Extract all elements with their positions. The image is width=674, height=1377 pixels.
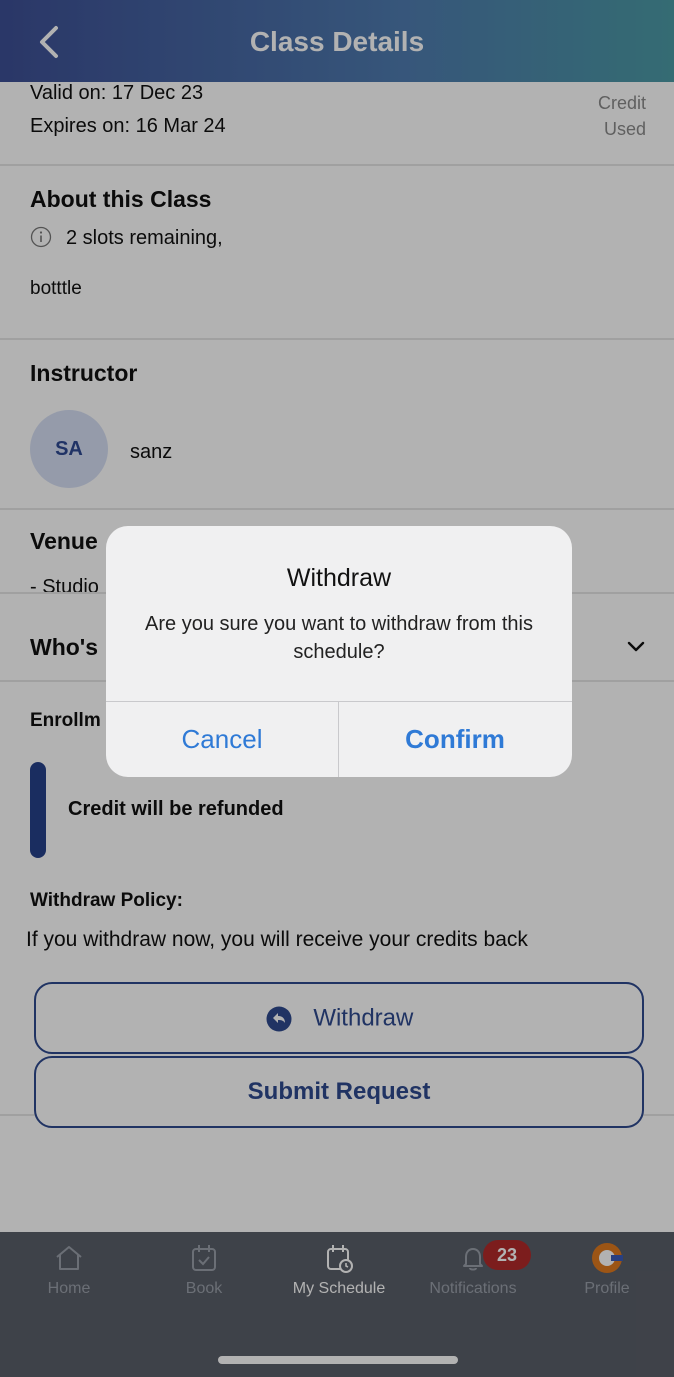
home-indicator (218, 1356, 458, 1364)
used-label: Used (603, 119, 646, 139)
slots-remaining-text: 2 slots remaining, (66, 227, 223, 249)
tab-book[interactable]: Book (144, 1242, 264, 1298)
tab-my-schedule-label: My Schedule (292, 1280, 386, 1297)
venue-title: Venue (30, 528, 98, 554)
venue-value: - Studio (30, 576, 99, 598)
divider (0, 338, 674, 340)
dialog-message: Are you sure you want to withdraw from t… (145, 613, 533, 663)
profile-avatar-icon (592, 1243, 623, 1273)
page-title: Class Details (249, 26, 425, 57)
refund-text: Credit will be refunded (68, 798, 284, 820)
withdraw-policy-title: Withdraw Policy: (30, 890, 183, 911)
notifications-badge: 23 (483, 1240, 531, 1270)
cancel-button[interactable]: Cancel (106, 702, 338, 777)
enrollment-title: Enrollm (30, 710, 101, 731)
tab-notifications-label: Notifications (429, 1280, 517, 1297)
withdraw-confirm-dialog: Withdraw Are you sure you want to withdr… (106, 526, 572, 777)
expires-on-text: Expires on: 16 Mar 24 (30, 115, 226, 137)
enrollment-indicator-bar (30, 762, 46, 858)
instructor-avatar: SA (30, 410, 108, 488)
chevron-down-icon[interactable] (626, 640, 646, 654)
withdraw-button-label: Withdraw (313, 1004, 414, 1032)
divider (0, 508, 674, 510)
withdraw-button[interactable]: Withdraw (34, 982, 644, 1054)
tab-home[interactable]: Home (9, 1242, 129, 1298)
tab-profile[interactable]: Profile (547, 1242, 667, 1298)
instructor-name: sanz (130, 441, 173, 463)
app-header: Class Details (0, 0, 674, 82)
tab-home-label: Home (47, 1280, 91, 1297)
calendar-clock-icon (327, 1245, 353, 1273)
dialog-title: Withdraw (286, 564, 392, 592)
calendar-check-icon (192, 1245, 216, 1271)
credit-used-label: Credit Used (598, 90, 646, 142)
home-icon (56, 1246, 82, 1270)
withdraw-arrow-icon (266, 1006, 292, 1032)
class-description: botttle (30, 278, 82, 299)
instructor-title: Instructor (30, 360, 138, 386)
tab-profile-label: Profile (584, 1280, 630, 1297)
submit-request-button[interactable]: Submit Request (34, 1056, 644, 1128)
bottom-tab-bar: Home Book My Schedule Notifications Prof… (0, 1232, 674, 1377)
confirm-button[interactable]: Confirm (339, 702, 571, 777)
about-class-title: About this Class (30, 186, 212, 212)
withdraw-policy-text: If you withdraw now, you will receive yo… (26, 928, 528, 951)
divider (0, 164, 674, 166)
valid-on-text: Valid on: 17 Dec 23 (30, 82, 204, 104)
tab-my-schedule[interactable]: My Schedule (279, 1242, 399, 1298)
credit-label: Credit (597, 93, 646, 113)
attendees-title[interactable]: Who's (30, 634, 98, 661)
info-icon (30, 226, 52, 248)
tab-book-label: Book (185, 1280, 223, 1297)
